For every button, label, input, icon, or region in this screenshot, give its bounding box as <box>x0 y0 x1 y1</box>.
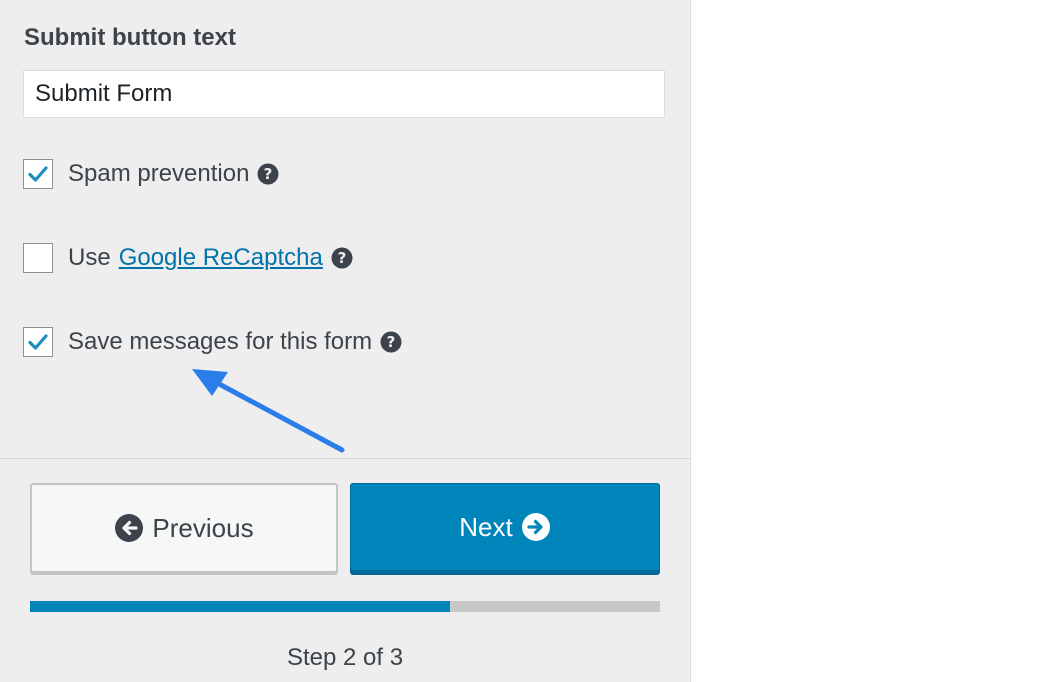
submit-button-text-input[interactable] <box>23 70 665 118</box>
arrow-right-circle-icon <box>521 512 551 542</box>
svg-text:?: ? <box>337 249 346 267</box>
help-circle-icon[interactable]: ? <box>380 331 402 353</box>
next-button[interactable]: Next <box>350 483 660 571</box>
footer-divider <box>0 458 690 459</box>
previous-button-label: Previous <box>152 512 254 543</box>
submit-button-text-label: Submit button text <box>24 24 236 51</box>
progress-bar <box>30 601 660 612</box>
arrow-left-circle-icon <box>114 513 144 543</box>
progress-bar-fill <box>30 601 451 612</box>
recaptcha-option[interactable]: Use Google ReCaptcha ? <box>23 242 353 274</box>
next-button-label: Next <box>459 511 513 542</box>
checkmark-icon <box>28 166 48 182</box>
svg-text:?: ? <box>264 165 273 183</box>
form-settings-panel: Submit button text Spam prevention ? Use… <box>0 0 691 682</box>
recaptcha-checkbox[interactable] <box>23 243 53 273</box>
spam-prevention-checkbox[interactable] <box>23 159 53 189</box>
save-messages-option[interactable]: Save messages for this form ? <box>23 326 402 358</box>
checkmark-icon <box>28 334 48 350</box>
save-messages-label: Save messages for this form <box>68 328 373 355</box>
recaptcha-label: Use <box>68 244 111 271</box>
step-indicator: Step 2 of 3 <box>286 644 404 671</box>
help-circle-icon[interactable]: ? <box>331 247 353 269</box>
svg-text:?: ? <box>387 333 396 351</box>
save-messages-checkbox[interactable] <box>23 327 53 357</box>
spam-prevention-label: Spam prevention <box>68 160 250 187</box>
annotation-arrow-icon <box>192 369 345 453</box>
google-recaptcha-link[interactable]: Google ReCaptcha <box>119 244 323 272</box>
spam-prevention-option[interactable]: Spam prevention ? <box>23 158 279 190</box>
help-circle-icon[interactable]: ? <box>257 163 279 185</box>
previous-button[interactable]: Previous <box>30 483 338 573</box>
